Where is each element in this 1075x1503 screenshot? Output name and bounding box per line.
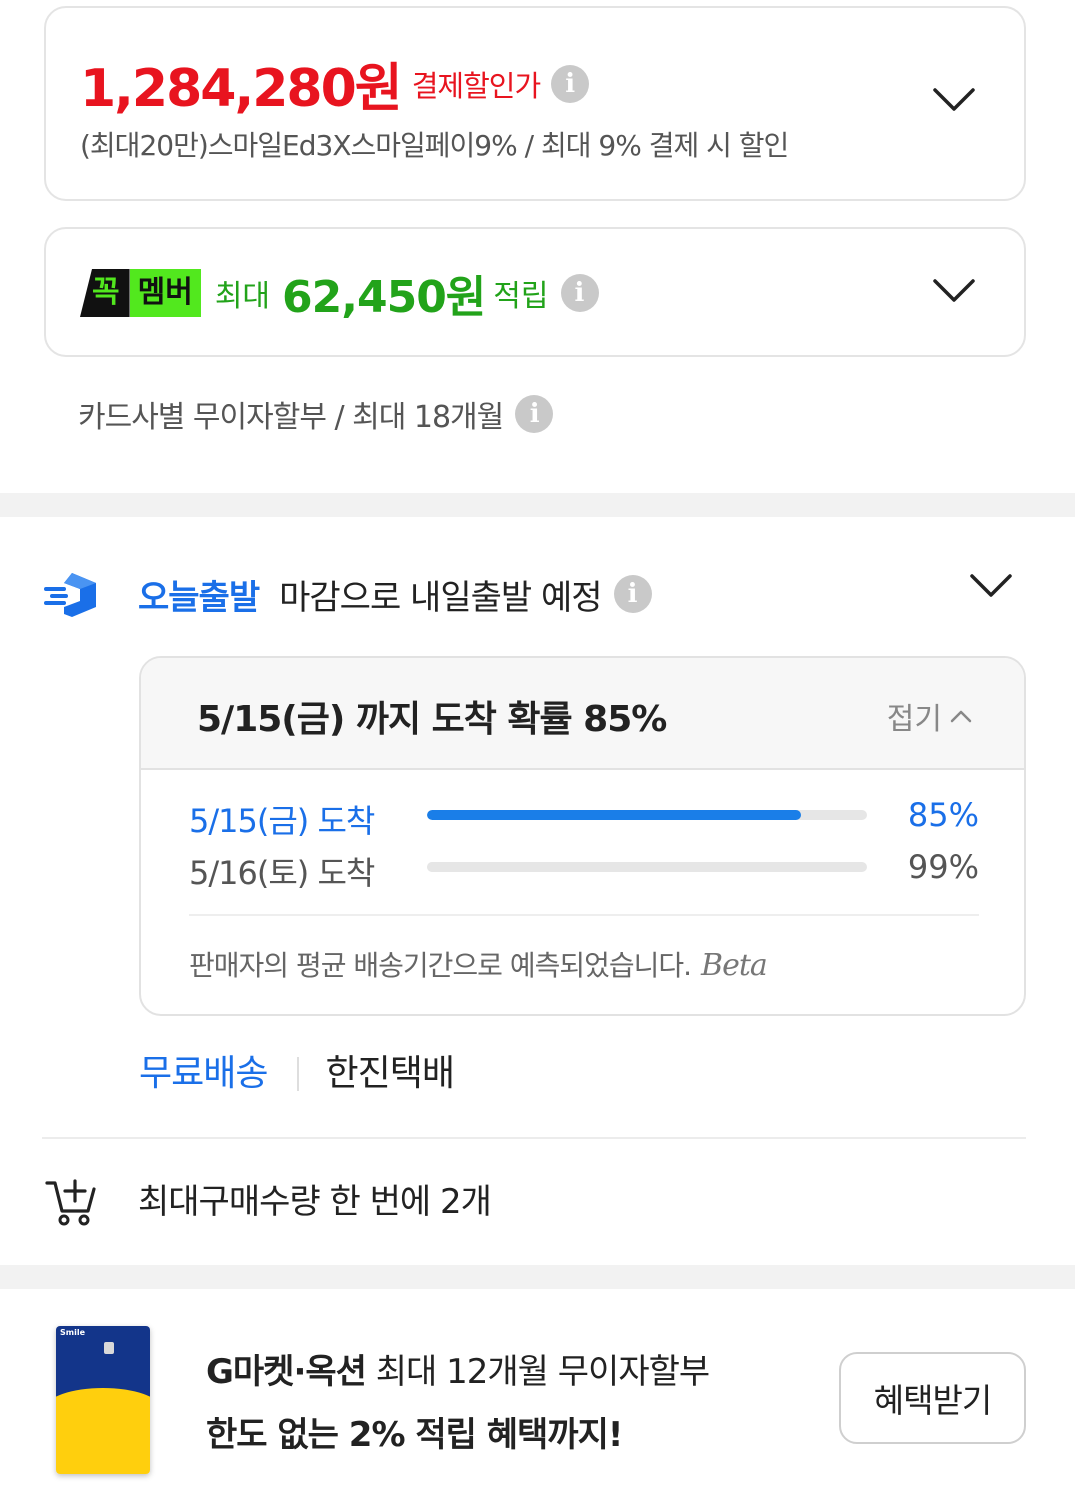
probability-bar-track xyxy=(427,862,867,872)
installment-info: 카드사별 무이자할부 / 최대 18개월 i xyxy=(78,392,554,436)
arrival-probability-header: 5/15(금) 까지 도착 확률 85% 접기 xyxy=(141,658,1024,770)
arrival-probability-row: 5/16(토) 도착 99% xyxy=(189,846,979,892)
chevron-up-icon xyxy=(950,710,972,723)
probability-percent: 99% xyxy=(907,848,979,886)
delivery-header: 오늘출발 마감으로 내일출발 예정 i xyxy=(42,566,652,622)
shipping-info: 무료배송 한진택배 xyxy=(139,1044,455,1096)
info-icon[interactable]: i xyxy=(515,395,554,433)
arrival-date: 5/16(토) 도착 xyxy=(189,854,375,892)
member-reward-suffix: 적립 xyxy=(493,279,549,314)
fast-delivery-icon xyxy=(44,573,96,617)
divider xyxy=(42,1137,1026,1139)
chevron-down-icon[interactable] xyxy=(969,572,1013,600)
credit-card-image: Smile xyxy=(56,1326,150,1474)
info-icon[interactable]: i xyxy=(613,575,652,613)
promo-text: G마켓·옥션 최대 12개월 무이자할부 한도 없는 2% 적립 혜택까지! xyxy=(206,1344,710,1456)
arrival-probability-box: 5/15(금) 까지 도착 확률 85% 접기 5/15(금) 도착 85% 5… xyxy=(139,656,1026,1016)
promo-brand: G마켓·옥션 xyxy=(206,1352,367,1392)
prediction-note: 판매자의 평균 배송기간으로 예측되었습니다. Beta xyxy=(189,944,768,984)
info-icon[interactable]: i xyxy=(560,274,599,312)
divider xyxy=(297,1057,300,1091)
courier-name: 한진택배 xyxy=(325,1053,454,1094)
delivery-tag: 오늘출발 xyxy=(138,577,260,618)
info-icon[interactable]: i xyxy=(551,64,590,103)
member-badge: 꼭 멤버 xyxy=(80,269,201,317)
max-purchase-text: 최대구매수량 한 번에 2개 xyxy=(138,1181,492,1222)
discount-price-amount: 1,284,280원 xyxy=(80,59,403,119)
delivery-text: 마감으로 내일출발 예정 xyxy=(279,577,602,618)
promo-line1: G마켓·옥션 최대 12개월 무이자할부 xyxy=(206,1344,710,1393)
cart-plus-icon xyxy=(45,1179,96,1226)
chevron-down-icon[interactable] xyxy=(932,86,976,114)
fold-button[interactable]: 접기 xyxy=(887,694,972,738)
card-chip xyxy=(104,1342,114,1354)
probability-bar-track xyxy=(427,810,867,820)
discount-price-label: 결제할인가 xyxy=(411,68,541,103)
get-benefit-button[interactable]: 혜택받기 xyxy=(839,1352,1026,1444)
section-gap xyxy=(0,1265,1075,1289)
arrival-probability-row: 5/15(금) 도착 85% xyxy=(189,794,979,840)
probability-bar-fill xyxy=(427,862,863,872)
member-reward-prefix: 최대 xyxy=(214,279,271,314)
free-shipping-label: 무료배송 xyxy=(139,1053,268,1094)
installment-text: 카드사별 무이자할부 / 최대 18개월 xyxy=(78,400,504,435)
fold-label: 접기 xyxy=(886,702,942,737)
promo-line1-rest: 최대 12개월 무이자할부 xyxy=(365,1352,710,1392)
prediction-note-text: 판매자의 평균 배송기간으로 예측되었습니다. xyxy=(189,949,692,982)
member-badge-part1: 꼭 xyxy=(80,269,130,317)
member-reward-card[interactable]: 꼭 멤버 최대 62,450원 적립 i xyxy=(44,227,1026,357)
divider xyxy=(189,914,979,916)
beta-label: Beta xyxy=(701,948,768,983)
chevron-down-icon[interactable] xyxy=(932,277,976,305)
discount-price-line: 1,284,280원 결제할인가 i xyxy=(80,46,590,121)
discount-price-card[interactable]: 1,284,280원 결제할인가 i (최대20만)스마일Ed3X스마일페이9%… xyxy=(44,6,1026,201)
max-purchase-info: 최대구매수량 한 번에 2개 xyxy=(44,1168,492,1228)
member-reward-line: 꼭 멤버 최대 62,450원 적립 i xyxy=(80,267,599,323)
card-logo: Smile xyxy=(60,1328,86,1337)
member-badge-part2: 멤버 xyxy=(129,269,201,317)
arrival-date: 5/15(금) 도착 xyxy=(189,802,375,840)
arrival-probability-title: 5/15(금) 까지 도착 확률 85% xyxy=(197,699,667,740)
section-gap xyxy=(0,493,1075,517)
member-reward-amount: 62,450원 xyxy=(282,272,486,323)
discount-description: (최대20만)스마일Ed3X스마일페이9% / 최대 9% 결제 시 할인 xyxy=(80,129,789,162)
probability-percent: 85% xyxy=(907,796,979,834)
probability-bar-fill xyxy=(427,810,801,820)
card-bottom xyxy=(56,1407,150,1474)
promo-line2: 한도 없는 2% 적립 혜택까지! xyxy=(206,1415,623,1455)
